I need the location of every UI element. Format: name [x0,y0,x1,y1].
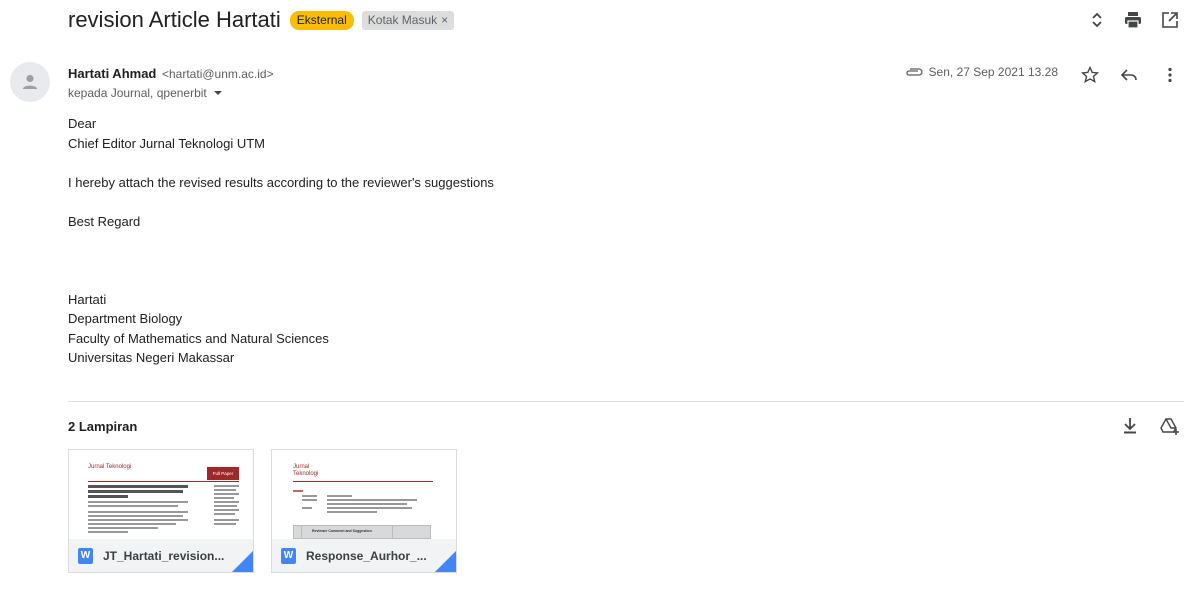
sender-line: Hartati Ahmad <hartati@unm.ac.id> [68,66,274,81]
more-vert-icon[interactable] [1159,64,1181,86]
body-line: Dear [68,116,97,131]
recipients-line[interactable]: kepada Journal, qpenerbit [68,86,223,100]
word-doc-icon: W [78,547,93,564]
paperclip-icon [905,68,923,76]
expand-collapse-icon[interactable] [1085,8,1109,32]
attachment-name: Response_Aurhor_... [306,548,427,563]
attachment-preview: Jurnal Teknologi Reviewer Comment and Su… [272,450,456,539]
email-subject-row: revision Article Hartati Eksternal Kotak… [68,6,455,34]
preview-table-header: Reviewer Comment and Suggestion [312,529,372,533]
body-line: Chief Editor Jurnal Teknologi UTM [68,135,266,151]
signature-line: Hartati [68,291,107,307]
sender-name[interactable]: Hartati Ahmad [68,66,156,81]
signature-line: Department Biology [68,311,183,326]
word-corner-mark [232,551,253,572]
attachment-footer: W Response_Aurhor_... [272,539,456,572]
preview-journal-title: Jurnal Teknologi [88,464,132,470]
preview-journal-title: Jurnal Teknologi [293,464,319,477]
email-subject: revision Article Hartati [68,7,281,32]
label-chip-inbox[interactable]: Kotak Masuk × [361,10,455,30]
external-badge: Eksternal [289,10,354,30]
remove-label-icon[interactable]: × [441,13,448,27]
print-icon[interactable] [1121,8,1145,32]
attachment-card[interactable]: Jurnal Teknologi Full Paper W JT_Hartati… [68,449,254,573]
label-chip-text: Kotak Masuk [367,12,438,27]
attachment-footer: W JT_Hartati_revision... [69,539,253,572]
recipients-text: kepada Journal, qpenerbit [68,86,207,100]
chevron-down-icon[interactable] [213,88,223,98]
message-body: Dear Chief Editor Jurnal Teknologi UTM I… [68,114,494,368]
attachment-preview: Jurnal Teknologi Full Paper [69,450,253,539]
sender-email: <hartati@unm.ac.id> [162,67,274,81]
reply-icon[interactable] [1118,64,1140,86]
word-doc-icon: W [281,547,296,564]
person-icon [23,74,37,89]
word-corner-mark [435,551,456,572]
signature-line: Universitas Negeri Makassar [68,350,235,365]
message-date: Sen, 27 Sep 2021 13.28 [928,65,1058,79]
add-to-drive-icon[interactable] [1159,415,1181,437]
star-icon[interactable] [1079,64,1101,86]
attachments-divider [68,401,1184,402]
sender-avatar[interactable] [10,62,50,102]
download-icon[interactable] [1119,415,1141,437]
signature-line: Faculty of Mathematics and Natural Scien… [68,330,329,346]
body-line: I hereby attach the revised results acco… [68,174,494,190]
date-area: Sen, 27 Sep 2021 13.28 [905,65,1058,79]
attachments-title: 2 Lampiran [68,419,138,434]
preview-badge: Full Paper [207,467,239,480]
attachment-name: JT_Hartati_revision... [103,548,225,563]
body-line: Best Regard [68,213,141,229]
attachment-card[interactable]: Jurnal Teknologi Reviewer Comment and Su… [271,449,457,573]
open-in-new-window-icon[interactable] [1158,8,1182,32]
